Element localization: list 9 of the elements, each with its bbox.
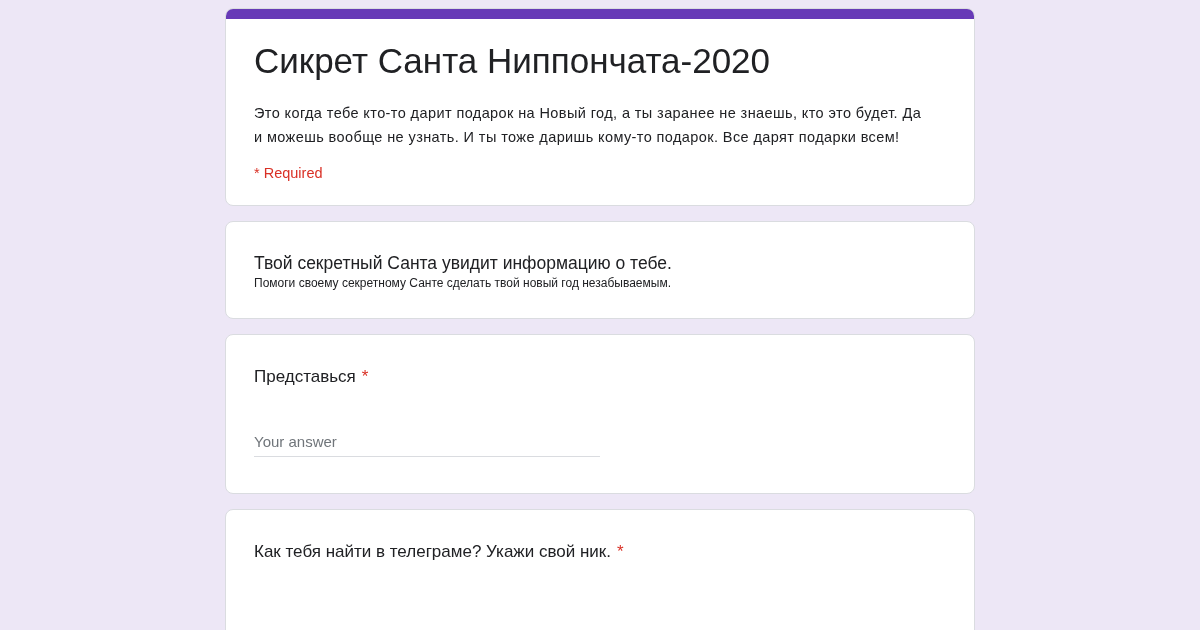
section-description: Помоги своему секретному Санте сделать твой новый год незабываемым. [254,276,672,290]
required-note: * Required [254,165,324,181]
question-title: Как тебя найти в телеграме? Укажи свой ник. [254,542,611,561]
section-title: Твой секретный Санта увидит информацию о тебе. [254,252,673,274]
form-description: Это когда тебе кто-то дарит подарок на Новый год, а ты заранее не знаешь, кто это будет. Да и можешь вообще не узнать. И ты тоже даришь кому-то подарок. Все дарят подарки всем! [254,104,923,147]
required-mark: * [617,542,624,561]
form-title: Сикрет Санта Ниппончата-2020 [254,40,772,82]
required-mark: * [361,367,369,386]
question-title: Представься [254,367,356,386]
